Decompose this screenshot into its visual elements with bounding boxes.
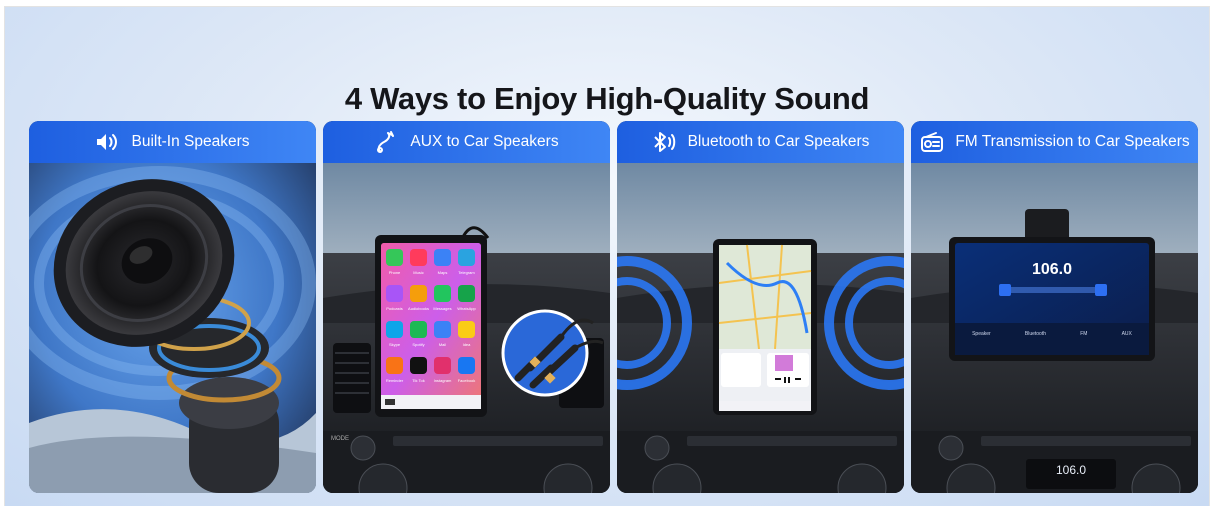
app-label: Music	[413, 270, 423, 275]
app-icon[interactable]	[434, 285, 451, 302]
bluetooth-icon	[652, 131, 678, 153]
card-bluetooth-to-car-speakers: Bluetooth to Car Speakers	[617, 121, 904, 493]
app-icon[interactable]	[410, 357, 427, 374]
app-icon[interactable]	[386, 357, 403, 374]
card-title: Bluetooth to Car Speakers	[687, 133, 870, 150]
app-label: Audiobooks	[408, 306, 429, 311]
bluetooth-scene	[617, 163, 904, 493]
card-title: AUX to Car Speakers	[410, 133, 559, 150]
app-icon[interactable]	[434, 321, 451, 338]
radio-icon	[919, 131, 945, 153]
app-label: WhatsApp	[457, 306, 476, 311]
card-header: FM Transmission to Car Speakers	[911, 121, 1198, 163]
card-built-in-speakers: Built-In Speakers	[29, 121, 316, 493]
app-icon[interactable]	[458, 249, 475, 266]
card-title: FM Transmission to Car Speakers	[955, 133, 1190, 150]
mode-bluetooth[interactable]: Bluetooth	[1025, 331, 1046, 337]
app-label: Instagram	[434, 378, 452, 383]
card-title: Built-In Speakers	[131, 133, 250, 150]
card-fm-transmission: FM Transmission to Car Speakers 106.0 Sp…	[911, 121, 1198, 493]
app-label: Tik Tok	[412, 378, 424, 383]
app-icon[interactable]	[458, 285, 475, 302]
svg-text:MODE: MODE	[331, 436, 349, 442]
fm-mode-bar: Speaker Bluetooth FM AUX	[955, 331, 1149, 337]
app-label: Podcasts	[386, 306, 402, 311]
aux-cable-icon	[374, 131, 400, 153]
app-icon[interactable]	[386, 249, 403, 266]
app-label: Phone	[389, 270, 401, 275]
product-banner: 4 Ways to Enjoy High-Quality Sound Built…	[4, 6, 1210, 506]
app-label: Spotify	[412, 342, 424, 347]
app-label: Reminder	[386, 378, 404, 383]
card-header: Bluetooth to Car Speakers	[617, 121, 904, 163]
app-label: Facebook	[458, 378, 476, 383]
aux-scene: MODE Phone Music Maps Telegram Podcasts Audio…	[323, 163, 610, 493]
speaker-icon	[95, 131, 121, 153]
app-icon[interactable]	[386, 285, 403, 302]
app-icon[interactable]	[458, 357, 475, 374]
app-icon[interactable]	[410, 321, 427, 338]
app-label: Telegram	[458, 270, 475, 275]
app-label: Idea	[463, 342, 472, 347]
fm-scene: 106.0 Speaker Bluetooth FM AUX 106.0	[911, 163, 1198, 493]
app-label: Messages	[433, 306, 451, 311]
app-icon[interactable]	[386, 321, 403, 338]
app-icon[interactable]	[434, 357, 451, 374]
app-icon[interactable]	[458, 321, 475, 338]
mode-speaker[interactable]: Speaker	[972, 331, 991, 337]
app-icon[interactable]	[410, 285, 427, 302]
app-label: Mail	[439, 342, 446, 347]
app-icon[interactable]	[410, 249, 427, 266]
speaker-illustration	[29, 163, 316, 493]
app-icon[interactable]	[434, 249, 451, 266]
card-header: AUX to Car Speakers	[323, 121, 610, 163]
card-header: Built-In Speakers	[29, 121, 316, 163]
page-title: 4 Ways to Enjoy High-Quality Sound	[344, 81, 870, 116]
mode-fm[interactable]: FM	[1080, 331, 1087, 337]
fm-frequency: 106.0	[1031, 261, 1073, 278]
card-aux-to-car-speakers: AUX to Car Speakers MODE Phone Music Map…	[323, 121, 610, 493]
dash-radio-frequency: 106.0	[1055, 463, 1087, 477]
app-label: Maps	[438, 270, 448, 275]
mode-aux[interactable]: AUX	[1122, 331, 1132, 337]
app-label: Skype	[389, 342, 401, 347]
